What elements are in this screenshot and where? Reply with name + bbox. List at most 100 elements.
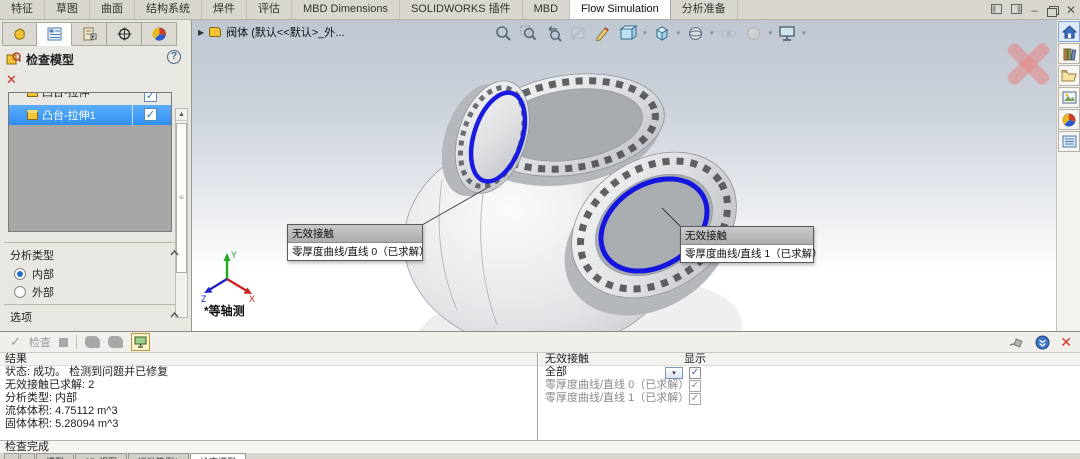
restore-icon[interactable] [1047,6,1057,15]
tab-dimxpertmanager[interactable] [107,22,142,46]
tab-scroll-left[interactable] [4,453,19,459]
annotation-callout-1[interactable]: 无效接触 零厚度曲线/直线 1（已求解） [680,226,814,263]
contact-row[interactable]: 零厚度曲线/直线 1（已求解） ✓ [539,392,1080,405]
display-style-icon[interactable] [684,23,706,43]
dropdown-icon[interactable]: ▾ [710,29,714,37]
pane-toggle-right-icon[interactable] [1011,4,1022,16]
task-pane [1056,20,1080,331]
collapse-chevron-icon[interactable] [170,312,179,318]
zoom-to-fit-icon[interactable] [492,23,514,43]
display-toggle-icon[interactable] [131,333,150,351]
feature-tree-header[interactable]: 阀体 (默认<<默认>_外... [226,24,344,40]
property-manager-panel: 检查模型 ? ✕ 凸台-拉伸 ✓ 凸台-拉伸1 ✓ ▲ [0,20,192,331]
column-divider [132,105,133,125]
ribbon-tab-analysis-prep[interactable]: 分析准备 [671,0,738,19]
annotation-views-icon[interactable] [592,23,614,43]
flyout-feature-tree[interactable]: ▶ 阀体 (默认<<默认>_外... [198,24,344,40]
collapse-panel-icon[interactable] [1035,335,1050,350]
edit-appearance-icon[interactable] [743,23,765,43]
solid-volume-icon[interactable] [108,336,123,348]
result-row: 固体体积: 5.28094 m^3 [0,418,537,431]
confirmation-corner-cancel-icon[interactable] [1004,40,1052,88]
ribbon-tab-addins[interactable]: SOLIDWORKS 插件 [400,0,523,19]
annotation-callout-0[interactable]: 无效接触 零厚度曲线/直线 0（已求解） [287,224,423,261]
radio-selected-icon[interactable] [14,268,26,280]
view-orientation-icon[interactable] [651,23,673,43]
expand-arrow-icon[interactable]: ▶ [198,28,204,37]
tab-model[interactable]: 模型 [36,453,74,459]
tab-motion-study[interactable]: 运动算例1 [128,453,189,459]
appearances-icon[interactable] [1058,109,1080,130]
stop-icon[interactable] [59,338,68,347]
collapse-chevron-icon[interactable] [170,250,179,256]
fluid-volume-icon[interactable] [85,336,100,348]
ribbon-tab-structure-system[interactable]: 结构系统 [135,0,202,19]
design-library-icon[interactable] [1058,43,1080,64]
result-row: 无效接触已求解: 2 [0,379,537,392]
pane-toggle-left-icon[interactable] [991,4,1002,16]
zoom-to-area-icon[interactable] [517,23,539,43]
pin-icon[interactable] [1009,337,1025,349]
tab-check-model[interactable]: 检查模型 [190,453,246,459]
ribbon-tab-sketch[interactable]: 草图 [45,0,90,19]
orientation-triad: Y X Z [200,248,256,304]
scroll-up-icon[interactable]: ▲ [176,109,187,121]
custom-properties-icon[interactable] [1058,131,1080,152]
tab-featuremanager[interactable] [2,22,37,46]
dropdown-icon[interactable]: ▾ [802,29,806,37]
divider [4,304,176,305]
view-settings-icon[interactable] [776,23,798,43]
item-checkbox[interactable]: ✓ [144,108,157,121]
tab-configurationmanager[interactable] [72,22,107,46]
tab-propertymanager[interactable] [37,22,72,46]
show-checkbox[interactable]: ✓ [689,380,701,392]
dropdown-icon[interactable]: ▾ [643,29,647,37]
show-all-checkbox[interactable]: ✓ [689,367,701,379]
panel-scrollbar[interactable]: ▲ ≡ ▼ [175,108,188,318]
radio-label: 外部 [32,284,54,300]
close-panel-icon[interactable]: ✕ [1060,334,1072,351]
view-palette-icon[interactable] [1058,87,1080,108]
run-check-label[interactable]: 检查 [29,334,51,350]
ribbon-tab-mbd-dimensions[interactable]: MBD Dimensions [292,0,400,19]
ribbon-tab-weldments[interactable]: 焊件 [202,0,247,19]
ribbon-tab-mbd[interactable]: MBD [523,0,570,19]
ribbon-tab-flow-simulation[interactable]: Flow Simulation [570,0,671,19]
home-icon[interactable] [1058,21,1080,42]
apply-scene-icon[interactable] [617,23,639,43]
feature-selection-list[interactable]: 凸台-拉伸 ✓ 凸台-拉伸1 ✓ [8,92,172,232]
ribbon-tab-features[interactable]: 特征 [0,0,45,19]
contact-label: 零厚度曲线/直线 0（已求解） [545,379,689,391]
property-manager-cancel-icon[interactable]: ✕ [6,72,17,88]
dropdown-icon[interactable]: ▾ [677,29,681,37]
contacts-header: 无效接触 显示 [539,353,1080,366]
file-explorer-icon[interactable] [1058,65,1080,86]
list-item-selected[interactable]: 凸台-拉伸1 ✓ [9,105,171,125]
contact-row[interactable]: 零厚度曲线/直线 0（已求解） ✓ [539,379,1080,392]
radio-unselected-icon[interactable] [14,286,26,298]
divider [76,335,77,349]
radio-internal[interactable]: 内部 [14,266,54,282]
filter-dropdown-icon[interactable]: ▾ [665,367,683,379]
list-item-partial[interactable]: 凸台-拉伸 ✓ [9,93,171,105]
item-checkbox[interactable]: ✓ [144,93,157,102]
run-check-icon[interactable]: ✓ [10,334,21,350]
graphics-viewport[interactable]: ▶ 阀体 (默认<<默认>_外... ▾ ▾ ▾ ▾ ▾ 无效接触 零厚 [192,20,1056,331]
tab-3d-views[interactable]: 3D 视图 [75,453,127,459]
tab-displaymanager[interactable] [142,22,177,46]
show-checkbox[interactable]: ✓ [689,393,701,405]
document-tab-bar: 模型 3D 视图 运动算例1 检查模型 [0,453,1080,459]
dropdown-icon[interactable]: ▾ [769,29,773,37]
close-icon[interactable]: ✕ [1066,4,1076,16]
tab-scroll-right[interactable] [20,453,35,459]
section-view-icon[interactable] [567,23,589,43]
model-3d[interactable] [192,20,1056,331]
ribbon-tab-surfaces[interactable]: 曲面 [90,0,135,19]
help-icon[interactable]: ? [167,50,181,64]
previous-view-icon[interactable] [542,23,564,43]
ribbon-tab-evaluate[interactable]: 评估 [247,0,292,19]
hide-show-items-icon[interactable] [718,23,740,43]
radio-external[interactable]: 外部 [14,284,54,300]
minimize-icon[interactable]: – [1031,4,1038,16]
show-column-label: 显示 [684,353,706,366]
